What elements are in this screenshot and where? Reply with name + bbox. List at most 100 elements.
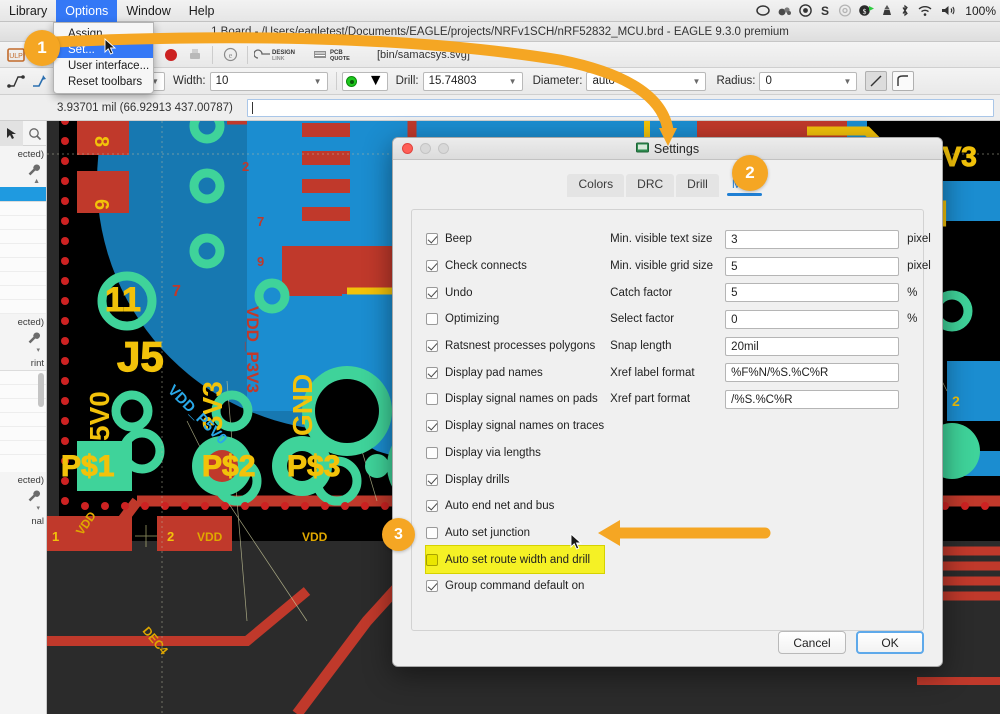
command-input[interactable]: [246, 98, 994, 117]
checkbox-row-beep[interactable]: Beep: [426, 226, 604, 253]
checkbox-row-auto-end-net-bus[interactable]: Auto end net and bus: [426, 493, 604, 520]
chevron-down-icon[interactable]: ▼: [506, 77, 520, 86]
straight-segment-button[interactable]: [865, 71, 888, 91]
record-icon[interactable]: [799, 4, 813, 17]
pcb-quote-icon[interactable]: PCB QUOTE: [311, 44, 369, 65]
wrench-icon-1[interactable]: [0, 161, 46, 178]
curved-segment-button[interactable]: [892, 71, 915, 91]
checkbox-icon[interactable]: [426, 446, 438, 459]
catch-factor-input[interactable]: 5: [725, 283, 900, 303]
collapse-caret-3[interactable]: ▾: [0, 504, 46, 513]
checkbox-row-display-pad-names[interactable]: Display pad names: [426, 359, 604, 386]
checkbox-icon[interactable]: [426, 553, 438, 566]
menu-window[interactable]: Window: [117, 0, 179, 22]
chevron-down-icon[interactable]: ▼: [368, 72, 384, 90]
checkbox-row-group-command-default[interactable]: Group command default on: [426, 573, 604, 600]
list-item[interactable]: [0, 413, 46, 427]
checkbox-row-signal-names-traces[interactable]: Display signal names on traces: [426, 413, 604, 440]
sidebar-scrollbar-thumb[interactable]: [38, 373, 44, 407]
pointer-tool-icon[interactable]: [0, 121, 23, 146]
design-link-icon[interactable]: DESIGN LINK: [253, 44, 311, 65]
checkbox-icon[interactable]: [426, 340, 438, 353]
checkbox-icon[interactable]: [426, 313, 438, 326]
menu-help[interactable]: Help: [180, 0, 224, 22]
volume-icon[interactable]: [940, 4, 956, 17]
checkbox-icon[interactable]: [426, 580, 438, 593]
menu-library[interactable]: Library: [0, 0, 56, 22]
checkbox-icon[interactable]: [426, 526, 438, 539]
checkbox-row-display-drills[interactable]: Display drills: [426, 466, 604, 493]
tab-drc[interactable]: DRC: [626, 174, 675, 197]
list-item[interactable]: [0, 202, 46, 216]
menu-options[interactable]: Options: [56, 0, 118, 22]
ripup-tool-icon[interactable]: [28, 71, 52, 92]
ok-button[interactable]: OK: [856, 631, 924, 654]
collapse-caret-1[interactable]: ▲: [0, 178, 46, 187]
dialog-titlebar[interactable]: Settings: [393, 138, 942, 160]
tab-colors[interactable]: Colors: [567, 174, 625, 197]
zoom-tool-icon[interactable]: [23, 121, 46, 146]
sidebar-selected-row[interactable]: [0, 187, 46, 201]
checkbox-icon[interactable]: [426, 420, 438, 433]
xref-label-format-input[interactable]: %F%N/%S.%C%R: [725, 363, 900, 383]
min-visible-grid-size-input[interactable]: 5: [725, 256, 900, 276]
chevron-down-icon[interactable]: ▼: [311, 77, 325, 86]
checkbox-row-signal-names-pads[interactable]: Display signal names on pads: [426, 386, 604, 413]
list-item[interactable]: [0, 272, 46, 286]
wrench-icon-3[interactable]: [0, 487, 46, 504]
sidebar-list-2[interactable]: [0, 370, 46, 472]
bluetooth-icon[interactable]: [900, 4, 910, 17]
width-combo[interactable]: 10 ▼: [209, 71, 328, 91]
checkbox-icon[interactable]: [426, 473, 438, 486]
checkbox-icon[interactable]: [426, 233, 438, 246]
tab-drill[interactable]: Drill: [676, 174, 719, 197]
list-item[interactable]: [0, 427, 46, 441]
radius-combo[interactable]: 0 ▼: [759, 71, 858, 91]
settings-dialog[interactable]: Settings Colors DRC Drill Misc Beep: [392, 137, 943, 667]
stop-icon[interactable]: [159, 44, 183, 65]
checkbox-row-check-connects[interactable]: Check connects: [426, 253, 604, 280]
cloud-sync-icon[interactable]: [777, 4, 792, 17]
checkbox-icon[interactable]: [426, 393, 438, 406]
wrench-icon-2[interactable]: [0, 329, 46, 346]
min-visible-text-size-input[interactable]: 3: [725, 229, 900, 249]
disc-icon[interactable]: [838, 4, 852, 17]
eagle-app-icon: [635, 141, 649, 157]
checkbox-row-via-lengths[interactable]: Display via lengths: [426, 440, 604, 467]
vlc-icon[interactable]: [881, 4, 893, 17]
list-item[interactable]: [0, 216, 46, 230]
chevron-down-icon[interactable]: ▼: [690, 77, 704, 86]
cancel-button[interactable]: Cancel: [778, 631, 846, 654]
select-factor-input[interactable]: 0: [725, 309, 900, 329]
checkbox-icon[interactable]: [426, 366, 438, 379]
list-item[interactable]: [0, 286, 46, 300]
xref-part-format-input[interactable]: /%S.%C%R: [725, 389, 900, 409]
snap-length-input[interactable]: 20mil: [725, 336, 900, 356]
info-icon[interactable]: e: [218, 44, 242, 65]
chevron-down-icon[interactable]: ▼: [841, 77, 855, 86]
checkbox-icon[interactable]: [426, 286, 438, 299]
collapse-caret-2[interactable]: ▾: [0, 346, 46, 355]
via-shape-select[interactable]: ▼: [341, 71, 388, 91]
checkbox-row-optimizing[interactable]: Optimizing: [426, 306, 604, 333]
checkbox-row-ratsnest-polygons[interactable]: Ratsnest processes polygons: [426, 333, 604, 360]
left-sidebar[interactable]: ected) ▲ ected) ▾ rint ected) ▾ nal: [0, 121, 47, 714]
checkbox-icon[interactable]: [426, 500, 438, 513]
list-item[interactable]: [0, 441, 46, 455]
sidebar-list-1[interactable]: [0, 201, 46, 314]
list-item[interactable]: [0, 230, 46, 244]
route-tool-icon[interactable]: [4, 71, 28, 92]
list-item[interactable]: [0, 258, 46, 272]
wifi-icon[interactable]: [917, 4, 933, 17]
list-item[interactable]: [0, 300, 46, 314]
evernote-icon[interactable]: $: [859, 4, 875, 17]
skype-icon[interactable]: S: [819, 4, 831, 17]
checkbox-icon[interactable]: [426, 260, 438, 273]
list-item[interactable]: [0, 244, 46, 258]
dropbox-icon[interactable]: [756, 4, 771, 17]
print-icon[interactable]: [183, 44, 207, 65]
drill-combo[interactable]: 15.74803 ▼: [422, 71, 523, 91]
checkbox-row-undo[interactable]: Undo: [426, 279, 604, 306]
menu-item-reset-toolbars[interactable]: Reset toolbars: [54, 74, 153, 90]
diameter-combo[interactable]: auto ▼: [586, 71, 707, 91]
